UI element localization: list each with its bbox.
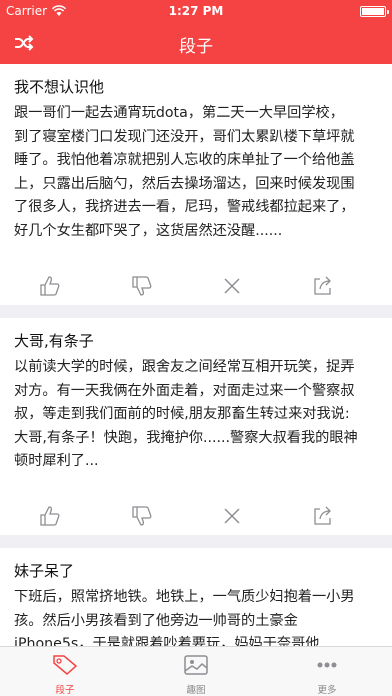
post-line: 到了寝室楼门口发现门还没开，哥们太累趴楼下草坪就: [14, 128, 355, 145]
close-icon[interactable]: [221, 505, 243, 527]
tab-label: 趣图: [186, 685, 206, 696]
clock: 1:27 PM: [168, 4, 224, 18]
post-body: 跟一哥们一起去通宵玩dota，第二天一大早回学校， 到了寝室楼门口发现门还没开，…: [14, 102, 382, 243]
tab-jokes[interactable]: 段子: [0, 647, 130, 696]
post-actions: [0, 267, 392, 305]
post-card: 我不想认识他 跟一哥们一起去通宵玩dota，第二天一大早回学校， 到了寝室楼门口…: [0, 64, 392, 305]
post-line: 了很多人，我挤进去一看，尼玛，警戒线都拉起来了，: [14, 199, 355, 215]
post-line: 下班后，照常挤地铁。地铁上，一气质少妇抱着一小男: [14, 589, 355, 605]
post-line: 上，只露出后脑勺，然后去操场溜达，回来时候发现围: [14, 175, 355, 192]
tab-label: 更多: [317, 685, 337, 696]
post-line: 孩。然后小男孩看到了他旁边一帅哥的土豪金: [14, 612, 298, 629]
post-line: 好几个女生都吓哭了，这货居然还没醒......: [14, 222, 283, 239]
post-line: 跟一哥们一起去通宵玩dota，第二天一大早回学校，: [14, 105, 344, 121]
post-card: 大哥,有条子 以前读大学的时候，跟舍友之间经常互相开玩笑，捉弄 对方。有一天我俩…: [0, 318, 392, 535]
share-icon[interactable]: [312, 275, 334, 297]
post-line: 以前读大学的时候，跟舍友之间经常互相开玩笑，捉弄: [14, 359, 355, 375]
post-line: 睡了。我怕他着凉就把别人忘收的床单扯了一个给他盖: [14, 152, 355, 168]
post-title: 妹子呆了: [14, 562, 75, 580]
thumbs-down-icon[interactable]: [131, 275, 153, 297]
post-title: 我不想认识他: [14, 78, 105, 96]
battery-icon: [360, 6, 389, 17]
share-icon[interactable]: [312, 505, 334, 527]
thumbs-up-icon[interactable]: [39, 505, 61, 527]
close-icon[interactable]: [221, 275, 243, 297]
image-icon: [184, 655, 208, 675]
nav-bar: 段子: [0, 22, 392, 64]
tag-icon: [53, 655, 78, 675]
page-title: 段子: [179, 37, 213, 57]
post-card: 妹子呆了 下班后，照常挤地铁。地铁上，一气质少妇抱着一小男 孩。然后小男孩看到了…: [0, 548, 392, 646]
tab-more[interactable]: 更多: [262, 647, 392, 696]
post-actions: [0, 497, 392, 535]
status-bar: Carrier 1:27 PM: [0, 0, 392, 22]
post-line: 对方。有一天我俩在外面走着，对面走过来一个警察叔: [14, 382, 355, 399]
post-body: 以前读大学的时候，跟舍友之间经常互相开玩笑，捉弄 对方。有一天我俩在外面走着，对…: [14, 356, 382, 474]
thumbs-down-icon[interactable]: [131, 505, 153, 527]
thumbs-up-icon[interactable]: [39, 275, 61, 297]
tab-bar: 段子 趣图 更多: [0, 646, 392, 696]
joke-feed[interactable]: 我不想认识他 跟一哥们一起去通宵玩dota，第二天一大早回学校， 到了寝室楼门口…: [0, 64, 392, 646]
tab-label: 段子: [55, 685, 75, 696]
post-body: 下班后，照常挤地铁。地铁上，一气质少妇抱着一小男 孩。然后小男孩看到了他旁边一帅…: [14, 586, 382, 646]
post-title: 大哥,有条子: [14, 332, 94, 350]
post-line: 大哥,有条子！快跑，我掩护你......警察大叔看我的眼神: [14, 429, 358, 446]
post-line: iPhone5s，于是就跟着吵着要玩，妈妈于奈哥他: [14, 636, 320, 646]
post-line: 顿时犀利了...: [14, 453, 99, 469]
tab-funny-images[interactable]: 趣图: [131, 647, 261, 696]
post-line: 叔，等走到我们面前的时候,朋友那畜生转过来对我说:: [14, 406, 350, 422]
more-icon: [317, 662, 337, 668]
